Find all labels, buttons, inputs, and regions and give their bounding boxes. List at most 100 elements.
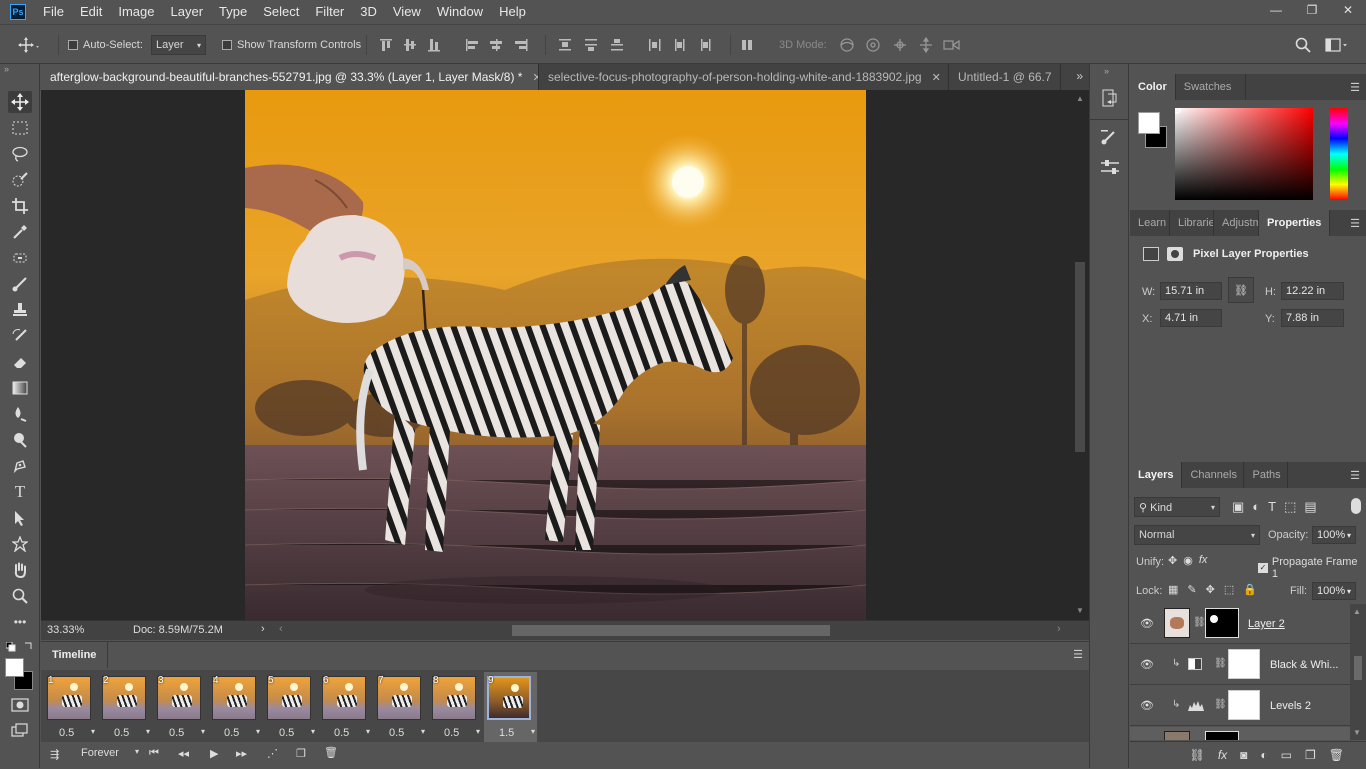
lock-pixels-icon[interactable]: ✎ bbox=[1187, 583, 1196, 596]
new-layer-icon[interactable]: ❐ bbox=[1305, 748, 1316, 762]
zoom-tool-icon[interactable] bbox=[8, 585, 32, 607]
layer-row-levels-2[interactable]: 👁 ↳ ⛓ Levels 2 bbox=[1130, 686, 1350, 726]
doc-tab-selective-focus[interactable]: selective-focus-photography-of-person-ho… bbox=[539, 64, 949, 90]
color-panel-fg-swatch[interactable] bbox=[1138, 112, 1160, 134]
menu-3d[interactable]: 3D bbox=[352, 0, 385, 24]
filter-kind-dropdown[interactable]: ⚲ Kind ▾ bbox=[1134, 497, 1220, 517]
doc-tab-untitled[interactable]: Untitled-1 @ 66.7 bbox=[949, 64, 1061, 90]
tab-channels[interactable]: Channels bbox=[1182, 462, 1245, 488]
timeline-frame-2[interactable]: 2 0.5 ▾ bbox=[99, 672, 152, 742]
scroll-left-icon[interactable]: ‹ bbox=[279, 623, 283, 635]
layer-link-icon[interactable]: ⛓ bbox=[1193, 617, 1206, 628]
menu-edit[interactable]: Edit bbox=[72, 0, 110, 24]
frame-delay-dropdown[interactable]: 0.5 ▾ bbox=[224, 727, 260, 739]
marquee-tool-icon[interactable] bbox=[8, 117, 32, 139]
unify-visibility-icon[interactable]: ◉ bbox=[1183, 554, 1193, 567]
tab-learn[interactable]: Learn bbox=[1130, 210, 1170, 236]
timeline-frame-8[interactable]: 8 0.5 ▾ bbox=[429, 672, 482, 742]
swap-colors-icon[interactable] bbox=[24, 640, 34, 650]
pen-tool-icon[interactable] bbox=[8, 455, 32, 477]
delete-layer-icon[interactable]: 🗑 bbox=[1329, 748, 1344, 762]
layer-mask-thumbnail[interactable] bbox=[1205, 731, 1239, 740]
color-panel-menu-icon[interactable]: ☰ bbox=[1350, 81, 1360, 94]
layer-mask-thumbnail[interactable] bbox=[1228, 690, 1260, 720]
scroll-up-icon[interactable]: ▲ bbox=[1076, 94, 1084, 103]
filter-shape-icon[interactable]: ⬚ bbox=[1284, 499, 1296, 515]
crop-tool-icon[interactable] bbox=[8, 195, 32, 217]
layer-link-icon[interactable]: ⛓ bbox=[1214, 658, 1227, 669]
layers-scroll-down-icon[interactable]: ▼ bbox=[1353, 728, 1361, 737]
frame-delay-dropdown[interactable]: 0.5 ▾ bbox=[114, 727, 150, 739]
filter-type-icon[interactable]: T bbox=[1268, 499, 1276, 515]
filter-toggle[interactable] bbox=[1351, 498, 1361, 514]
doc-tab-afterglow[interactable]: afterglow-background-beautiful-branches-… bbox=[41, 64, 539, 90]
menu-window[interactable]: Window bbox=[429, 0, 491, 24]
hue-slider[interactable] bbox=[1330, 108, 1348, 200]
dodge-tool-icon[interactable] bbox=[8, 429, 32, 451]
y-field[interactable]: 7.88 in bbox=[1281, 309, 1344, 327]
convert-timeline-icon[interactable]: ⇶ bbox=[50, 748, 59, 761]
layer-name[interactable]: Layer 2 bbox=[1248, 618, 1285, 630]
timeline-frame-7[interactable]: 7 0.5 ▾ bbox=[374, 672, 427, 742]
tab-color[interactable]: Color bbox=[1130, 74, 1176, 100]
timeline-frame-4[interactable]: 4 0.5 ▾ bbox=[209, 672, 262, 742]
frame-delay-dropdown[interactable]: 0.5 ▾ bbox=[59, 727, 95, 739]
menu-file[interactable]: File bbox=[35, 0, 72, 24]
next-frame-icon[interactable]: ▸▸ bbox=[236, 747, 247, 760]
frame-delay-dropdown[interactable]: 0.5 ▾ bbox=[334, 727, 370, 739]
zoom-level[interactable]: 33.33% bbox=[47, 624, 84, 636]
color-picker-field[interactable] bbox=[1175, 108, 1313, 200]
canvas-vertical-scrollbar[interactable]: ▲ ▼ bbox=[1072, 90, 1089, 620]
healing-brush-tool-icon[interactable] bbox=[8, 247, 32, 269]
play-icon[interactable]: ▶ bbox=[210, 747, 218, 760]
close-tab-icon[interactable]: ✕ bbox=[932, 71, 941, 84]
layer-mask-thumbnail[interactable] bbox=[1228, 649, 1260, 679]
frame-delay-dropdown[interactable]: 1.5 ▾ bbox=[499, 727, 535, 739]
timeline-frame-9[interactable]: 9 1.5 ▾ bbox=[484, 672, 537, 742]
layer-row-black-white[interactable]: 👁 ↳ ⛓ Black & Whi... bbox=[1130, 645, 1350, 685]
blur-tool-icon[interactable] bbox=[8, 403, 32, 425]
opacity-field[interactable]: 100% ▾ bbox=[1312, 526, 1356, 544]
align-icon[interactable] bbox=[378, 37, 538, 53]
horizontal-scroll-thumb[interactable] bbox=[512, 625, 830, 636]
frame-delay-dropdown[interactable]: 0.5 ▾ bbox=[444, 727, 480, 739]
eraser-tool-icon[interactable] bbox=[8, 351, 32, 373]
tab-adjustments[interactable]: Adjustm bbox=[1214, 210, 1259, 236]
auto-align-icon[interactable] bbox=[741, 25, 755, 65]
layers-panel-menu-icon[interactable]: ☰ bbox=[1350, 469, 1360, 482]
timeline-frame-5[interactable]: 5 0.5 ▾ bbox=[264, 672, 317, 742]
duplicate-frame-icon[interactable]: ❐ bbox=[296, 747, 306, 760]
frame-delay-dropdown[interactable]: 0.5 ▾ bbox=[279, 727, 315, 739]
vertical-scroll-thumb[interactable] bbox=[1075, 262, 1085, 452]
loop-dropdown[interactable]: Forever ▾ bbox=[81, 747, 139, 759]
layer-row-layer-2[interactable]: 👁 ⛓ Layer 2 bbox=[1130, 604, 1350, 644]
more-tools-icon[interactable]: ••• bbox=[8, 611, 32, 633]
new-group-icon[interactable]: ▭ bbox=[1281, 748, 1292, 762]
adjustments-sliders-icon[interactable] bbox=[1100, 158, 1120, 176]
first-frame-icon[interactable]: ⏮ bbox=[149, 747, 159, 760]
layers-scroll-up-icon[interactable]: ▲ bbox=[1353, 607, 1361, 616]
propagate-frame-checkbox[interactable]: ✓ Propagate Frame 1 bbox=[1258, 556, 1366, 580]
visibility-eye-icon[interactable]: 👁 bbox=[1140, 699, 1154, 712]
menu-select[interactable]: Select bbox=[255, 0, 307, 24]
minimize-button[interactable]: — bbox=[1258, 0, 1294, 20]
distribute-icon[interactable] bbox=[557, 37, 717, 53]
foreground-color-swatch[interactable] bbox=[5, 658, 24, 677]
collapse-panels-icon[interactable]: » bbox=[1104, 66, 1109, 76]
filter-pixel-icon[interactable]: ▣ bbox=[1232, 499, 1244, 515]
new-adjustment-icon[interactable]: ◐ bbox=[1260, 748, 1267, 762]
history-brush-tool-icon[interactable] bbox=[8, 325, 32, 347]
filter-adjustment-icon[interactable]: ◐ bbox=[1252, 499, 1260, 515]
layer-link-icon[interactable]: ⛓ bbox=[1214, 699, 1227, 710]
tabs-overflow-icon[interactable]: » bbox=[1076, 69, 1083, 83]
scroll-down-icon[interactable]: ▼ bbox=[1076, 606, 1084, 615]
tab-properties[interactable]: Properties bbox=[1259, 210, 1331, 236]
layer-mask-thumbnail[interactable] bbox=[1205, 608, 1239, 638]
height-field[interactable]: 12.22 in bbox=[1281, 282, 1344, 300]
unify-style-icon[interactable]: fx bbox=[1199, 554, 1208, 567]
timeline-frame-6[interactable]: 6 0.5 ▾ bbox=[319, 672, 372, 742]
3d-tools-icon[interactable] bbox=[838, 37, 963, 53]
tab-libraries[interactable]: Librarie bbox=[1170, 210, 1214, 236]
menu-image[interactable]: Image bbox=[110, 0, 162, 24]
lasso-tool-icon[interactable] bbox=[8, 143, 32, 165]
